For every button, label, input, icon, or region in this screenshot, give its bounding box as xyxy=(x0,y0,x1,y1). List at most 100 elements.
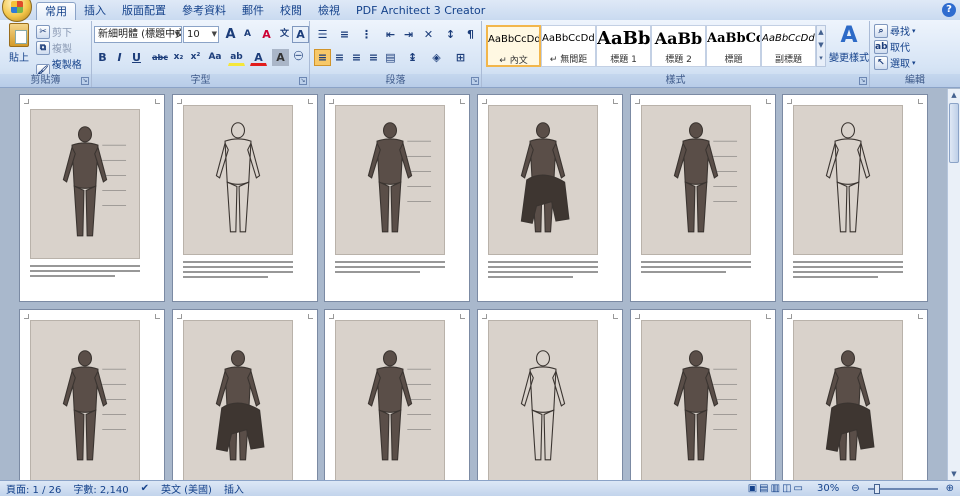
paste-button[interactable]: 貼上 xyxy=(4,23,34,64)
increase-indent-icon: ⇥ xyxy=(403,28,414,41)
style-4[interactable]: AaBbCc 標題 xyxy=(706,25,761,67)
anatomy-drawing-image xyxy=(335,320,445,480)
zoom-out-icon[interactable]: ⊖ xyxy=(845,483,865,494)
page-thumbnail[interactable] xyxy=(477,94,623,302)
character-shading-button[interactable]: A xyxy=(272,49,289,66)
page-thumbnail[interactable] xyxy=(630,309,776,480)
align-center-button[interactable]: ≡ xyxy=(331,49,348,66)
help-icon[interactable]: ? xyxy=(942,3,956,17)
document-area[interactable] xyxy=(0,89,947,480)
caption-line xyxy=(183,276,268,278)
zoom-slider[interactable] xyxy=(867,483,938,494)
phonetic-guide-button[interactable]: 文 xyxy=(276,26,293,43)
subscript-button[interactable]: x₂ xyxy=(170,49,187,66)
scroll-up-icon[interactable]: ▲ xyxy=(948,89,960,101)
sort-icon: ↕ xyxy=(445,28,456,41)
select-button[interactable]: ↖ 選取 ▾ xyxy=(874,55,916,70)
sort-button[interactable]: ↕ xyxy=(442,26,459,43)
distributed-button[interactable]: ▤ xyxy=(382,49,399,66)
italic-icon: I xyxy=(117,51,122,64)
page-thumbnail[interactable] xyxy=(782,309,928,480)
shrink-font-button[interactable]: A xyxy=(239,26,256,43)
borders-button[interactable]: ⊞ xyxy=(452,49,469,66)
numbering-button[interactable]: ≡ xyxy=(336,26,353,43)
font-launcher-icon[interactable]: ↘ xyxy=(299,77,307,85)
multilevel-list-button[interactable]: ⋮ xyxy=(358,26,375,43)
cut-button[interactable]: ✂ 剪下 xyxy=(36,24,72,39)
show-marks-button[interactable]: ¶ xyxy=(462,26,479,43)
shading-button[interactable]: ◈ xyxy=(428,49,445,66)
font-size-select[interactable]: 10 ▼ xyxy=(183,26,219,43)
tab-7[interactable]: PDF Architect 3 Creator xyxy=(348,2,493,20)
tab-5[interactable]: 校閱 xyxy=(272,2,310,20)
underline-button[interactable]: U xyxy=(128,49,145,66)
page-thumbnail[interactable] xyxy=(19,309,165,480)
insert-mode[interactable]: 插入 xyxy=(218,481,250,496)
page-thumbnail[interactable] xyxy=(19,94,165,302)
enclose-characters-button[interactable]: ㊀ xyxy=(290,49,307,66)
page-thumbnail[interactable] xyxy=(477,309,623,480)
zoom-level[interactable]: 30% xyxy=(811,483,845,494)
language-indicator[interactable]: 英文 (美國) xyxy=(155,481,218,496)
page-thumbnail[interactable] xyxy=(172,94,318,302)
justify-button[interactable]: ≡ xyxy=(365,49,382,66)
tab-6[interactable]: 檢視 xyxy=(310,2,348,20)
styles-scroll[interactable]: ▲ ▼ ▾ xyxy=(816,25,826,67)
style-name: 標題 1 xyxy=(610,55,637,65)
distributed-icon: ▤ xyxy=(385,51,396,64)
italic-button[interactable]: I xyxy=(111,49,128,66)
borders-icon: ⊞ xyxy=(455,51,466,64)
strikethrough-button[interactable]: abc xyxy=(150,49,170,66)
align-left-button[interactable]: ≡ xyxy=(314,49,331,66)
style-5[interactable]: AaBbCcDdE 副標題 xyxy=(761,25,816,67)
bold-button[interactable]: B xyxy=(94,49,111,66)
style-3[interactable]: AaBb 標題 2 xyxy=(651,25,706,67)
font-color-button[interactable]: A xyxy=(250,49,267,66)
scroll-thumb[interactable] xyxy=(949,103,959,163)
character-border-button[interactable]: A xyxy=(292,26,309,43)
superscript-button[interactable]: x² xyxy=(187,49,204,66)
view-buttons[interactable]: ▣▤▥◫▭ xyxy=(742,483,811,494)
grow-font-button[interactable]: A xyxy=(222,26,239,43)
page-thumbnail[interactable] xyxy=(324,309,470,480)
style-0[interactable]: AaBbCcDdE ↵ 內文 xyxy=(486,25,541,67)
word-count[interactable]: 字數: 2,140 xyxy=(67,481,134,496)
style-2[interactable]: AaBb 標題 1 xyxy=(596,25,651,67)
page-thumbnail[interactable] xyxy=(172,309,318,480)
zoom-slider-thumb[interactable] xyxy=(873,483,880,494)
find-button[interactable]: ⌕ 尋找 ▾ xyxy=(874,23,916,38)
bullets-button[interactable]: ☰ xyxy=(314,26,331,43)
spell-check-icon[interactable]: ✔ xyxy=(135,483,155,494)
page-thumbnail[interactable] xyxy=(782,94,928,302)
office-button[interactable] xyxy=(2,0,32,22)
scroll-down-icon[interactable]: ▼ xyxy=(948,468,960,480)
increase-indent-button[interactable]: ⇥ xyxy=(400,26,417,43)
replace-button[interactable]: ab 取代 xyxy=(874,39,910,54)
styles-launcher-icon[interactable]: ↘ xyxy=(859,77,867,85)
page-count[interactable]: 頁面: 1 / 26 xyxy=(0,481,67,496)
tab-0[interactable]: 常用 xyxy=(36,2,76,20)
copy-button[interactable]: ⧉ 複製 xyxy=(36,40,72,55)
paragraph-launcher-icon[interactable]: ↘ xyxy=(471,77,479,85)
tab-3[interactable]: 參考資料 xyxy=(174,2,234,20)
tab-4[interactable]: 郵件 xyxy=(234,2,272,20)
page-thumbnail[interactable] xyxy=(324,94,470,302)
chinese-layout-button[interactable]: ✕ xyxy=(420,26,437,43)
clear-format-button[interactable]: A xyxy=(258,26,275,43)
font-name-select[interactable]: 新細明體 (標題中文: ▼ xyxy=(94,26,182,43)
line-spacing-button[interactable]: ↨ xyxy=(404,49,421,66)
ribbon-tab-bar: 常用 插入 版面配置 參考資料 郵件 校閱 檢視 PDF Architect 3 Creato… xyxy=(0,0,960,22)
zoom-in-icon[interactable]: ⊕ xyxy=(940,483,960,494)
style-1[interactable]: AaBbCcDdE ↵ 無間距 xyxy=(541,25,596,67)
highlight-button[interactable]: ab xyxy=(228,49,245,66)
change-case-button[interactable]: Aa xyxy=(204,49,226,66)
change-styles-button[interactable]: A 變更樣式 xyxy=(828,23,870,64)
vertical-scrollbar[interactable]: ▲ ▼ xyxy=(947,89,960,480)
decrease-indent-button[interactable]: ⇤ xyxy=(382,26,399,43)
page-thumbnail[interactable] xyxy=(630,94,776,302)
copy-icon: ⧉ xyxy=(36,40,50,55)
tab-2[interactable]: 版面配置 xyxy=(114,2,174,20)
align-right-button[interactable]: ≡ xyxy=(348,49,365,66)
tab-1[interactable]: 插入 xyxy=(76,2,114,20)
clipboard-launcher-icon[interactable]: ↘ xyxy=(81,77,89,85)
